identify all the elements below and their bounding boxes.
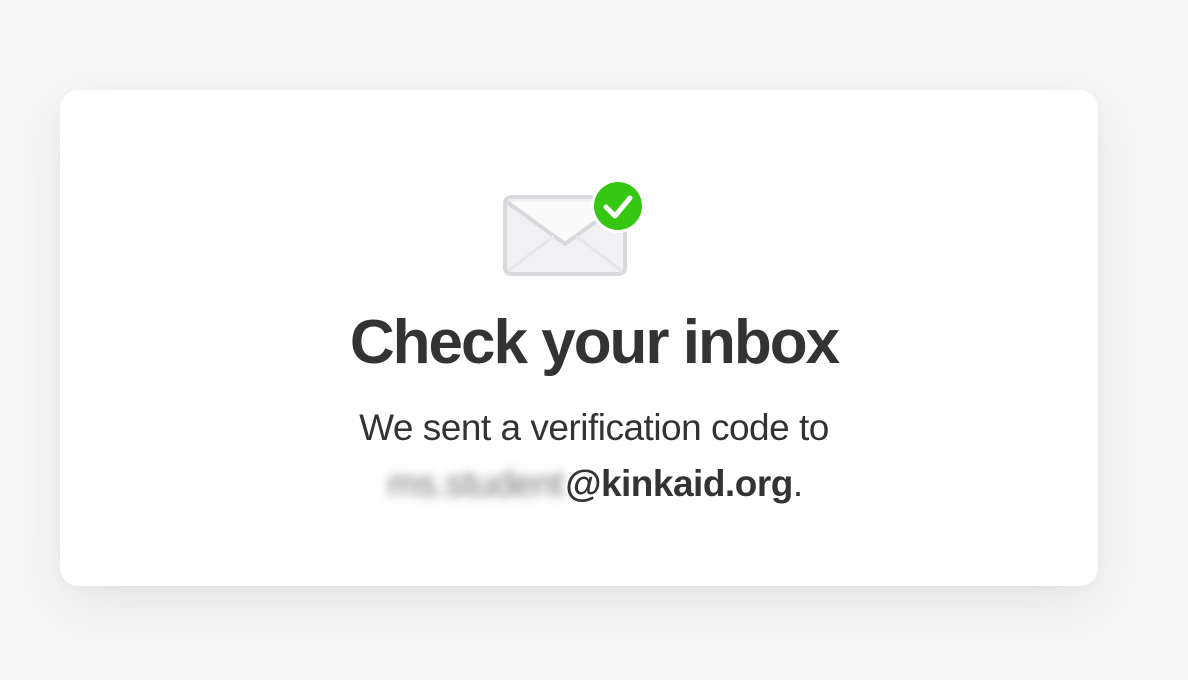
inbox-status-illustration bbox=[502, 178, 648, 280]
page-title: Check your inbox bbox=[349, 308, 840, 377]
email-domain: @kinkaid.org bbox=[565, 463, 793, 504]
email-trailing-punctuation: . bbox=[792, 463, 803, 504]
verification-message: We sent a verification code to ms.studen… bbox=[0, 400, 1188, 512]
recipient-email: ms.student@kinkaid.org. bbox=[0, 456, 1188, 512]
message-line: We sent a verification code to bbox=[359, 407, 829, 448]
email-local-part: ms.student bbox=[387, 463, 564, 504]
page: Check your inbox We sent a verification … bbox=[0, 0, 1188, 680]
checkmark-circle-icon bbox=[591, 179, 645, 233]
